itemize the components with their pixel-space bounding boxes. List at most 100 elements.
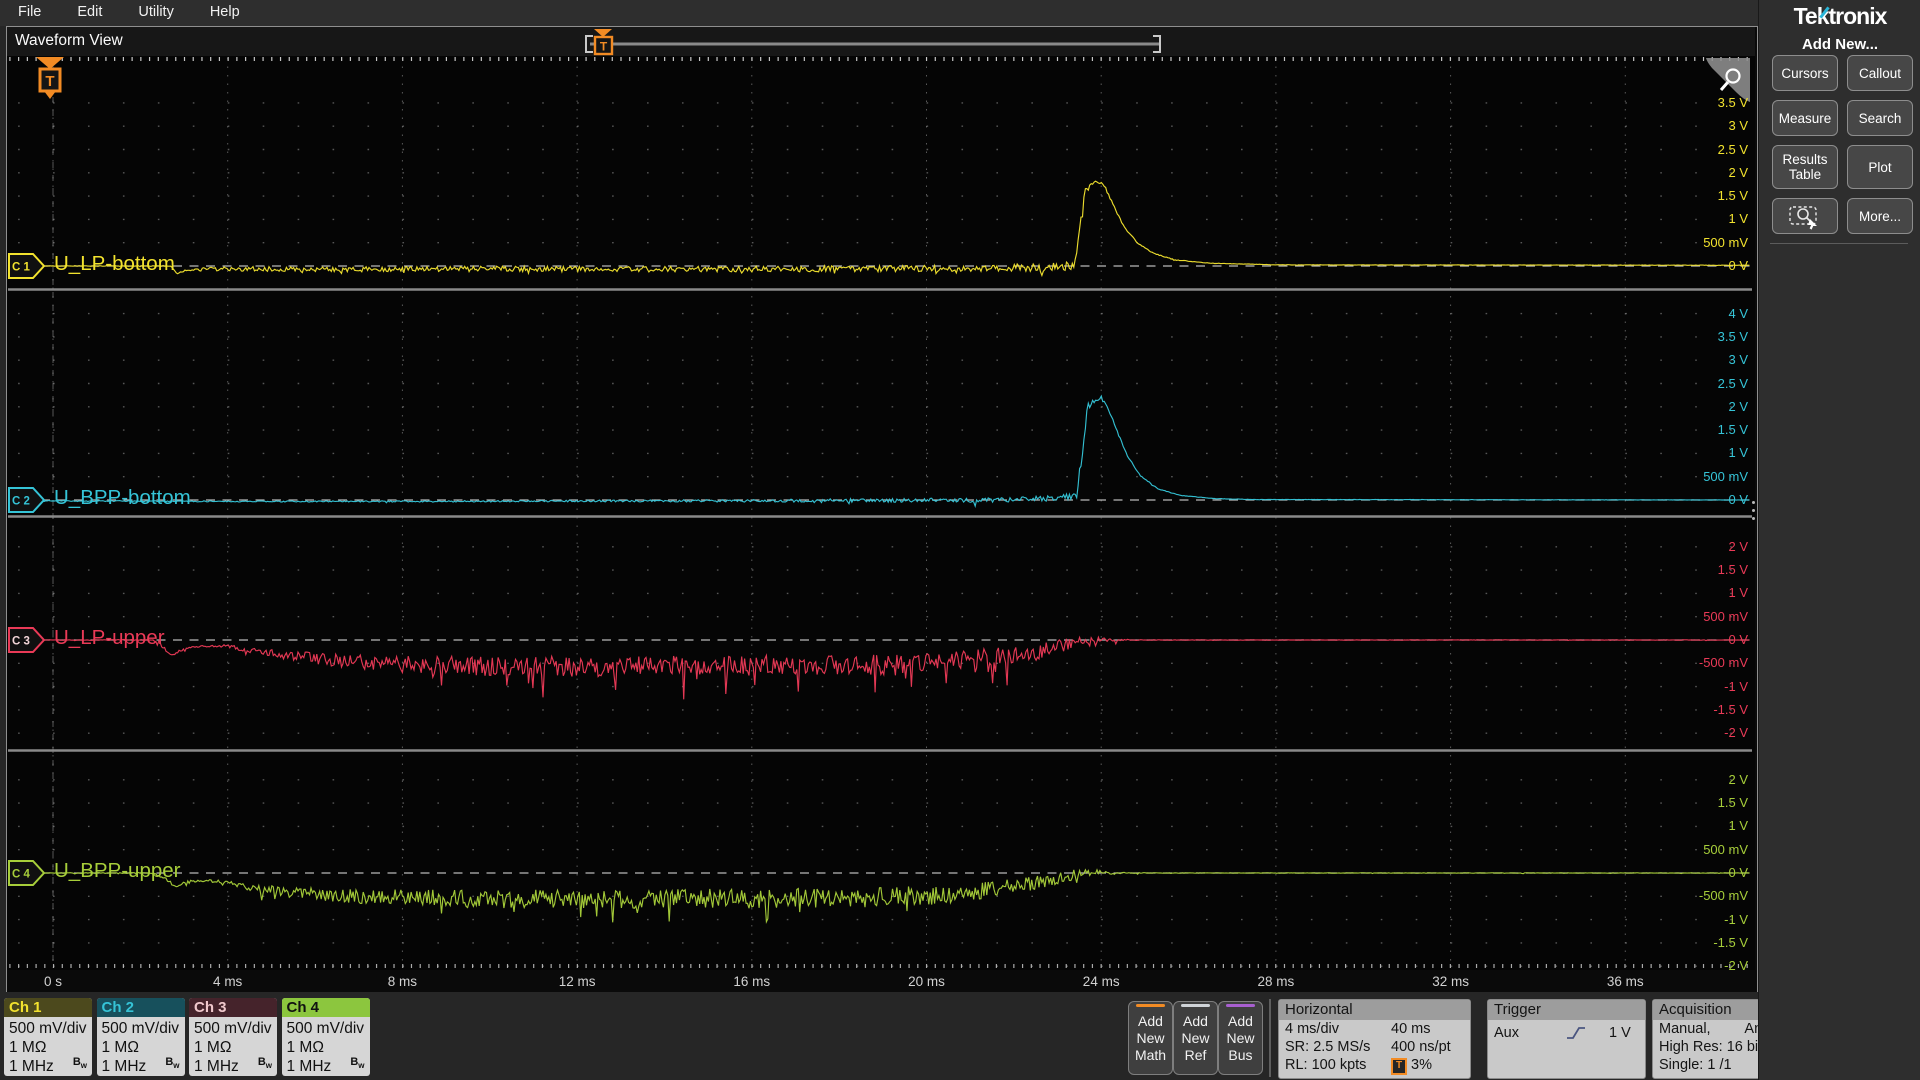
y-tick-label-ch4: 1 V [1728,818,1748,834]
y-tick-label-ch1: 1.5 V [1717,188,1748,204]
horizontal-badge[interactable]: Horizontal 4 ms/div 40 ms SR: 2.5 MS/s 400 … [1278,999,1471,1079]
y-tick-label-ch4: -1 V [1724,911,1748,927]
menu-item-file[interactable]: File [18,4,41,20]
splitter-handle[interactable] [1752,509,1755,512]
trace-label-ch2: U_BPP-bottom [54,486,191,509]
y-tick-label-ch3: -1 V [1724,678,1748,694]
cursors-button[interactable]: Cursors [1772,55,1838,91]
channel-zero-marker-ch2[interactable]: C 2 [8,487,46,513]
y-tick-label-ch3: 2 V [1728,538,1748,554]
x-tick-label: 8 ms [387,974,418,989]
y-tick-label-ch2: 1.5 V [1717,422,1748,438]
right-panel-divider [1770,243,1908,244]
button-stripe [1226,1004,1255,1007]
y-tick-label-ch4: -1.5 V [1713,934,1748,950]
y-tick-label-ch3: -1.5 V [1713,701,1748,717]
x-tick-label: 20 ms [908,974,945,989]
y-tick-label-ch2: 3 V [1728,352,1748,368]
y-tick-label-ch3: 0 V [1728,632,1748,647]
plot-button[interactable]: Plot [1847,145,1913,189]
graticule[interactable] [7,56,1755,970]
channel-badge-header-ch1: Ch 1 [4,998,92,1017]
right-panel: Tektronix Add New... Cursors Callout Measu… [1758,0,1920,1080]
callout-button[interactable]: Callout [1847,55,1913,91]
channel-badge-ch3[interactable]: Ch 3 500 mV/div 1 MΩ 1 MHz Bw [189,998,277,1076]
y-tick-label-ch3: -2 V [1724,725,1748,741]
trace-label-ch3: U_LP-upper [54,626,165,649]
channel-badge-ch4[interactable]: Ch 4 500 mV/div 1 MΩ 1 MHz Bw [281,998,370,1076]
channel-badge-ch2[interactable]: Ch 2 500 mV/div 1 MΩ 1 MHz Bw [96,998,185,1076]
menu-bar: File Edit Utility Help [0,0,1758,26]
zoom-region-icon [1789,206,1817,230]
button-stripe [1181,1004,1210,1007]
search-button[interactable]: Search [1847,100,1913,136]
menu-item-utility[interactable]: Utility [138,4,173,20]
channel-zero-marker-ch3[interactable]: C 3 [8,627,46,653]
channel-scale: 500 mV/div [286,1020,365,1037]
acquisition-value: High Res: 16 bits [1659,1039,1770,1055]
y-tick-label-ch2: 1 V [1728,445,1748,461]
y-tick-label-ch2: 3.5 V [1717,328,1748,344]
add-new-bus-button[interactable]: Add New Bus [1218,1001,1263,1075]
y-tick-label-ch3: 500 mV [1703,608,1748,624]
trigger-source: Aux [1494,1025,1519,1041]
channel-scale: 500 mV/div [9,1020,87,1037]
zoom-region-icon-button[interactable] [1772,198,1838,234]
svg-text:C 1: C 1 [12,262,31,274]
channel-zero-marker-ch1[interactable]: C 1 [8,253,46,279]
bandwidth-limit-icon: Bw [257,1055,272,1070]
bandwidth-limit-icon: Bw [165,1055,180,1070]
channel-badge-body-ch1: 500 mV/div 1 MΩ 1 MHz Bw [4,1017,92,1076]
x-tick-label: 32 ms [1432,974,1469,989]
y-tick-label-ch2: 2 V [1728,398,1748,414]
measure-button[interactable]: Measure [1772,100,1838,136]
trace-label-ch4: U_BPP-upper [54,859,181,882]
add-new-button-grid: Cursors Callout Measure Search Results Table… [1772,55,1913,234]
channel-badge-body-ch2: 500 mV/div 1 MΩ 1 MHz Bw [97,1017,185,1076]
menu-item-edit[interactable]: Edit [77,4,102,20]
add-new-ref-button[interactable]: Add New Ref [1173,1001,1218,1075]
horizontal-value: 4 ms/div [1285,1021,1339,1037]
add-new-heading: Add New... [1801,36,1879,53]
x-tick-label: 28 ms [1257,974,1295,989]
rising-edge-icon [1567,1027,1585,1039]
results-table-button[interactable]: Results Table [1772,145,1838,189]
bandwidth-limit-icon: Bw [72,1055,87,1070]
y-tick-label-ch2: 2.5 V [1717,375,1748,391]
y-tick-label-ch4: -500 mV [1698,888,1748,904]
channel-scale: 500 mV/div [194,1020,272,1037]
y-tick-label-ch3: 1 V [1728,585,1748,601]
channel-badge-header-ch4: Ch 4 [281,998,370,1017]
button-label: Add New Ref [1181,1012,1210,1063]
channel-badge-ch1[interactable]: Ch 1 500 mV/div 1 MΩ 1 MHz Bw [4,998,92,1076]
horizontal-value: 3% [1411,1057,1432,1073]
acquisition-value: Single: 1 /1 [1659,1057,1732,1073]
y-tick-label-ch3: 1.5 V [1717,562,1748,578]
horizontal-row: 4 ms/div 40 ms [1279,1020,1470,1038]
channel-zero-marker-ch4[interactable]: C 4 [8,860,46,886]
y-tick-label-ch1: 3 V [1728,118,1748,134]
waveform-titlebar: Waveform View [7,27,1755,56]
channel-badge-body-ch3: 500 mV/div 1 MΩ 1 MHz Bw [189,1017,277,1076]
horizontal-row: RL: 100 kpts T 3% [1279,1056,1470,1075]
menu-item-help[interactable]: Help [210,4,240,20]
horizontal-title: Horizontal [1279,1000,1470,1020]
horizontal-value: RL: 100 kpts [1285,1057,1367,1073]
button-label: Add New Bus [1226,1012,1255,1063]
horizontal-value: 400 ns/pt [1391,1039,1451,1055]
channel-scale: 500 mV/div [101,1020,180,1037]
channel-badge-header-ch2: Ch 2 [96,998,185,1017]
splitter-handle[interactable] [1752,517,1755,520]
trigger-position-icon: T [1391,1058,1407,1075]
y-tick-label-ch4: 2 V [1728,771,1748,787]
trigger-badge[interactable]: Trigger Aux 1 V [1487,999,1646,1079]
add-new-math-button[interactable]: Add New Math [1128,1001,1173,1075]
svg-text:C 2: C 2 [12,496,30,508]
splitter-handle[interactable] [1752,501,1755,504]
x-tick-label: 12 ms [558,974,596,989]
y-tick-label-ch1: 1 V [1728,211,1748,227]
more--button[interactable]: More... [1847,198,1913,234]
y-tick-label-ch4: -2 V [1724,958,1748,974]
y-tick-label-ch2: 0 V [1728,492,1748,507]
y-tick-label-ch3: -500 mV [1698,655,1748,671]
